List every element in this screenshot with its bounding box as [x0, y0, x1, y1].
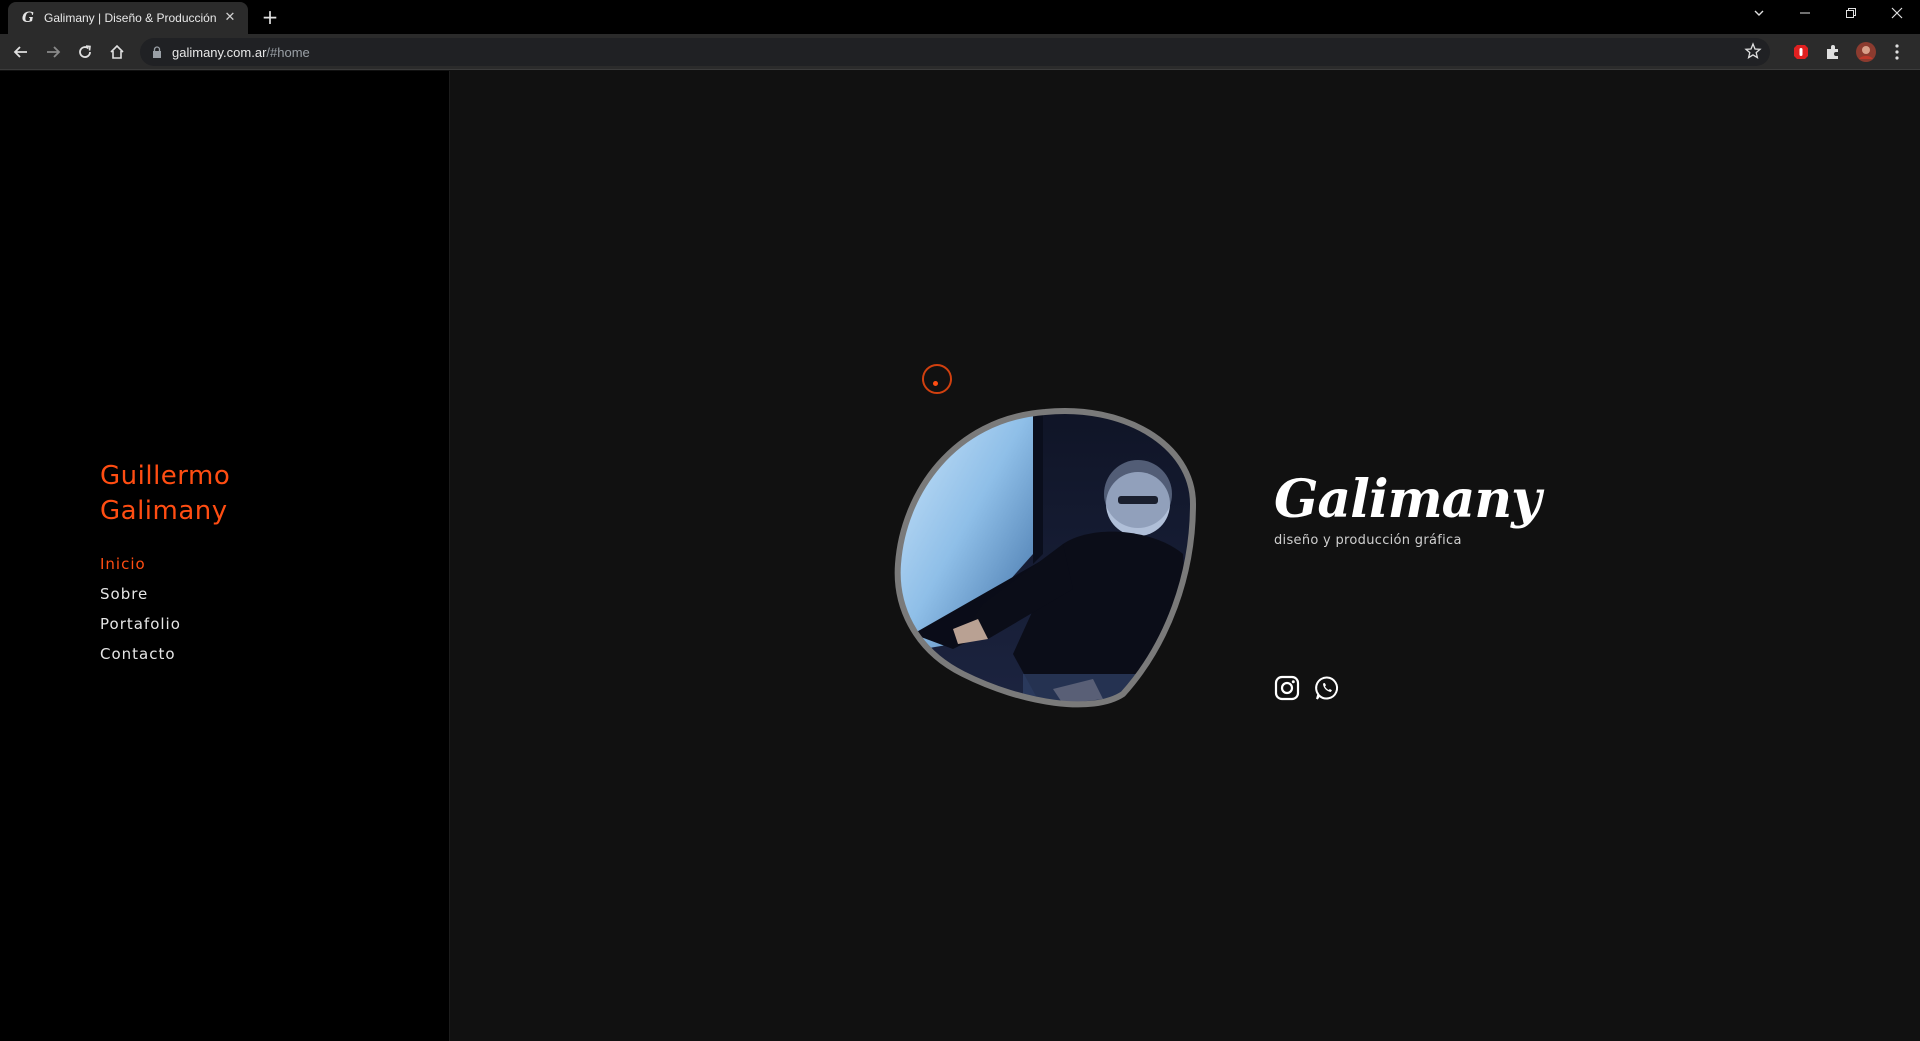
home-button[interactable] — [104, 39, 130, 65]
site-name-line1: Guillermo — [100, 461, 231, 491]
sidebar: Guillermo Galimany Inicio Sobre Portafol… — [0, 71, 450, 1041]
cursor-loader-ring — [922, 364, 952, 394]
bookmark-star-icon[interactable] — [1744, 42, 1764, 62]
restore-button[interactable] — [1828, 0, 1874, 30]
tab-title: Galimany | Diseño & Producción — [44, 11, 217, 25]
forward-button[interactable] — [40, 39, 66, 65]
minimize-button[interactable] — [1782, 0, 1828, 30]
back-arrow-icon — [13, 46, 27, 58]
url-path: /#home — [266, 44, 310, 60]
whatsapp-icon[interactable] — [1314, 675, 1340, 701]
brand-tagline: diseño y producción gráfica — [1274, 533, 1462, 548]
page-content: Guillermo Galimany Inicio Sobre Portafol… — [0, 71, 1920, 1041]
social-links — [1274, 675, 1340, 701]
browser-menu-icon[interactable] — [1886, 41, 1908, 63]
url-host: galimany.com.ar — [172, 44, 267, 60]
cursor-dot — [933, 381, 938, 386]
tab-search-button[interactable] — [1736, 0, 1782, 30]
site-favicon-icon: G — [22, 10, 34, 26]
instagram-icon[interactable] — [1274, 675, 1300, 701]
nav-item-portafolio[interactable]: Portafolio — [100, 609, 181, 639]
brand-block: Galimany diseño y producción gráfica — [1274, 469, 1541, 548]
browser-tab-strip: G Galimany | Diseño & Producción ✕ + — [0, 0, 1920, 34]
extension-adblock-icon[interactable] — [1790, 41, 1812, 63]
nav-item-sobre[interactable]: Sobre — [100, 579, 181, 609]
browser-toolbar: galimany.com.ar/#home — [0, 34, 1920, 70]
lock-icon — [153, 46, 161, 58]
main-nav: Inicio Sobre Portafolio Contacto — [100, 549, 181, 669]
reload-button[interactable] — [72, 39, 98, 65]
forward-arrow-icon — [47, 46, 61, 58]
site-owner-name[interactable]: Guillermo Galimany — [100, 459, 230, 529]
address-bar[interactable]: galimany.com.ar/#home — [140, 38, 1770, 66]
extensions-puzzle-icon[interactable] — [1822, 41, 1844, 63]
tab-close-icon[interactable]: ✕ — [222, 10, 238, 26]
profile-avatar[interactable] — [1855, 41, 1877, 63]
close-window-button[interactable] — [1874, 0, 1920, 30]
home-icon — [110, 44, 124, 59]
browser-tab[interactable]: G Galimany | Diseño & Producción ✕ — [8, 2, 248, 34]
new-tab-button[interactable]: + — [258, 6, 282, 30]
nav-item-contacto[interactable]: Contacto — [100, 639, 181, 669]
nav-item-inicio[interactable]: Inicio — [100, 549, 181, 579]
reload-icon — [79, 45, 91, 58]
brand-logo: Galimany — [1274, 469, 1541, 530]
site-name-line2: Galimany — [100, 496, 228, 526]
back-button[interactable] — [8, 39, 34, 65]
profile-photo — [894, 408, 1197, 708]
